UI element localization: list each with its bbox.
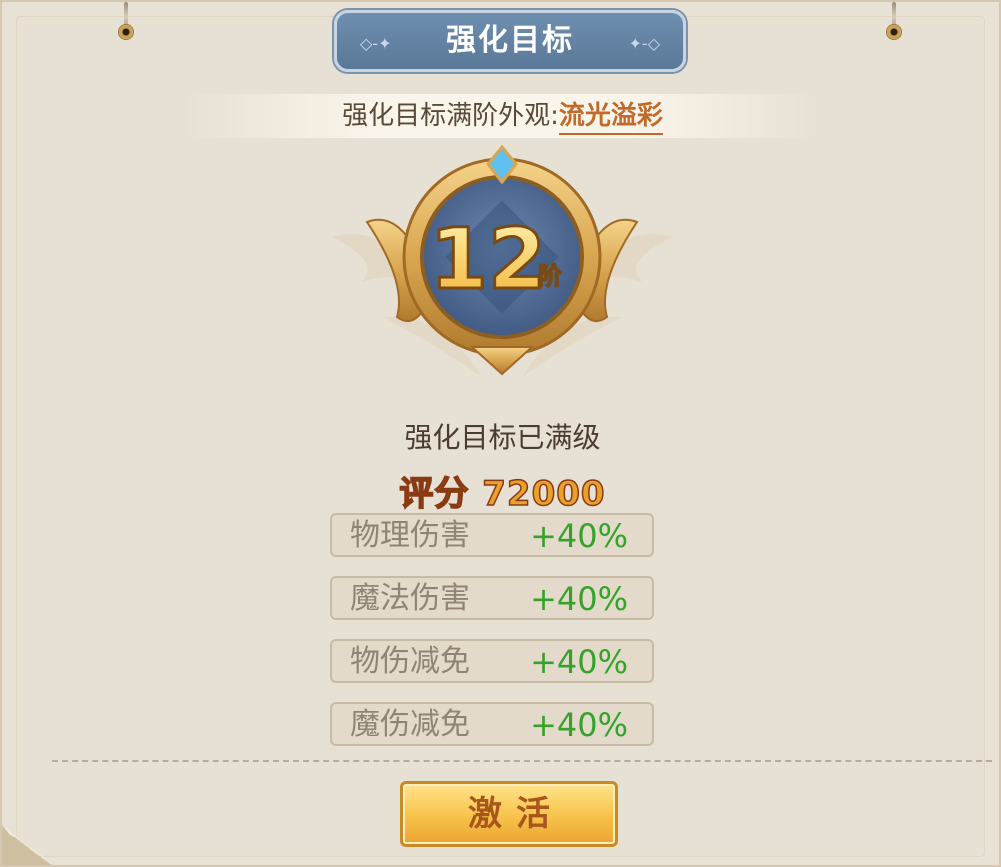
stat-value: +40% bbox=[530, 643, 628, 681]
score-value: 72000 bbox=[482, 473, 606, 515]
level-unit: 阶 bbox=[538, 262, 562, 290]
score-line: 评分 72000 bbox=[2, 466, 1001, 515]
hanging-hook-icon bbox=[886, 2, 902, 44]
stat-row: 物伤减免 +40% bbox=[330, 639, 654, 683]
stat-value: +40% bbox=[530, 517, 628, 555]
status-text: 强化目标已满级 bbox=[404, 421, 601, 454]
title-plate: ◇‑✦ ✦‑◇ 强化目标 bbox=[334, 10, 686, 72]
stat-value: +40% bbox=[530, 706, 628, 744]
stat-row: 魔法伤害 +40% bbox=[330, 576, 654, 620]
activate-button-label: 激活 bbox=[468, 794, 564, 834]
max-appearance-line: 强化目标满阶外观:流光溢彩 bbox=[2, 94, 1001, 138]
page-curl-icon bbox=[2, 825, 52, 865]
score-label: 评分 bbox=[399, 473, 470, 515]
appearance-link[interactable]: 流光溢彩 bbox=[558, 101, 663, 135]
max-appearance-label: 强化目标满阶外观: bbox=[342, 101, 559, 131]
stat-row: 魔伤减免 +40% bbox=[330, 702, 654, 746]
activate-button[interactable]: 激活 bbox=[400, 781, 618, 847]
level-badge-icon: 12 阶 bbox=[332, 144, 672, 377]
dashed-divider bbox=[52, 760, 992, 762]
stat-value: +40% bbox=[530, 580, 628, 618]
stat-name: 魔伤减免 bbox=[350, 707, 470, 742]
stat-name: 物伤减免 bbox=[350, 644, 470, 679]
enhance-panel: ◇‑✦ ✦‑◇ 强化目标 强化目标满阶外观:流光溢彩 12 阶 强化目标已满级 … bbox=[0, 0, 1001, 867]
hanging-hook-icon bbox=[118, 2, 134, 44]
stat-name: 魔法伤害 bbox=[350, 581, 470, 616]
level-number: 12 bbox=[430, 210, 547, 308]
stat-row: 物理伤害 +40% bbox=[330, 513, 654, 557]
panel-title: 强化目标 bbox=[446, 23, 574, 58]
stat-name: 物理伤害 bbox=[350, 518, 470, 553]
